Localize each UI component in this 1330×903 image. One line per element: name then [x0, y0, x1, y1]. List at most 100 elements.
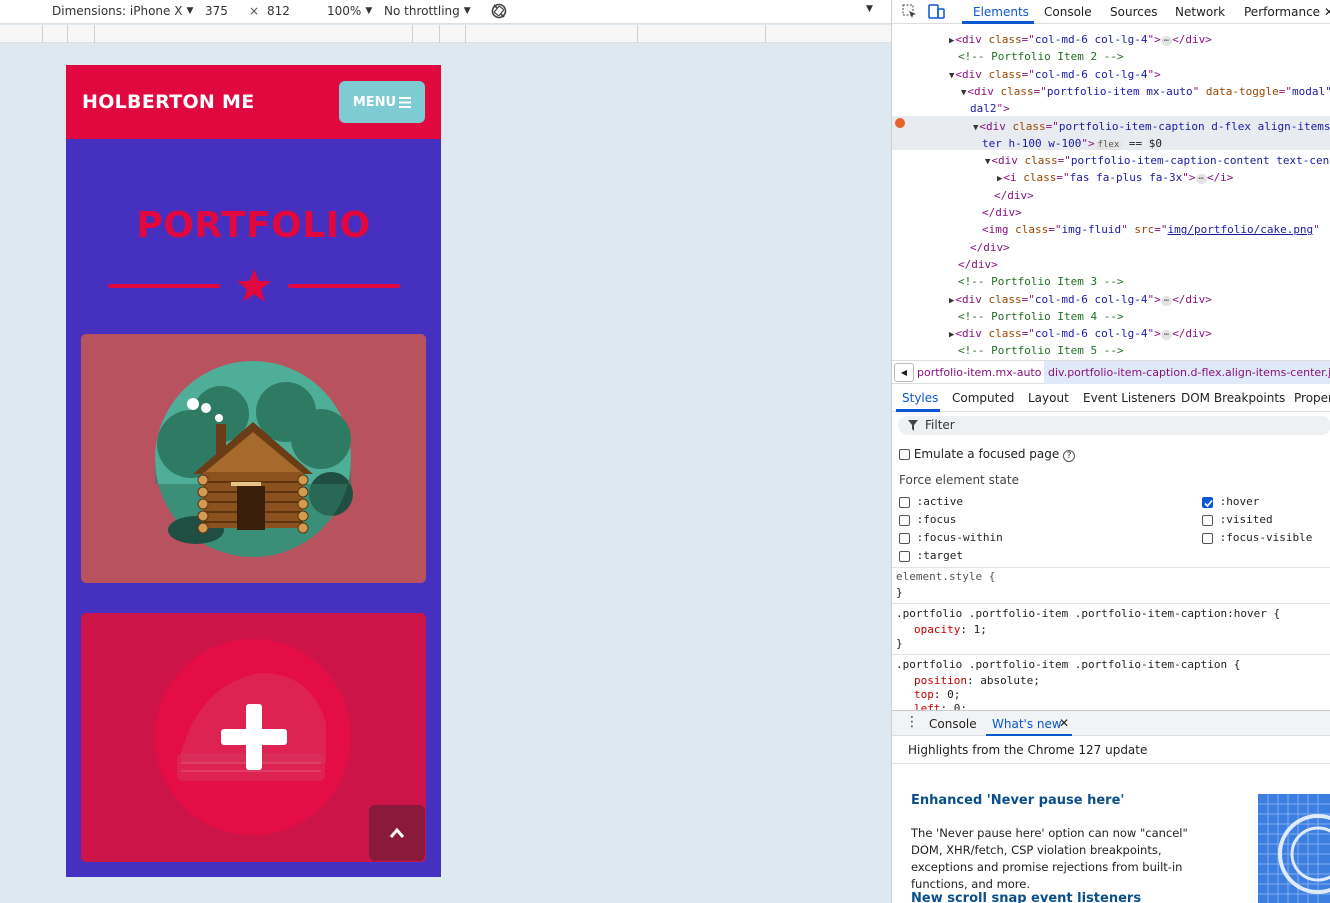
state-focus-within[interactable]: :focus-within	[899, 531, 1003, 544]
divider	[892, 654, 1330, 655]
tab-console[interactable]: Console	[1044, 5, 1092, 19]
dom-token: <!-- Portfolio Item 2 -->	[958, 50, 1124, 64]
state-focus-visible[interactable]: :focus-visible	[1202, 531, 1312, 544]
dom-token: <div	[955, 67, 989, 81]
tab-dom-breakpoints[interactable]: DOM Breakpoints	[1181, 391, 1285, 405]
throttling-select[interactable]: No throttling ▼	[384, 4, 471, 18]
site-brand[interactable]: HOLBERTON ME	[82, 91, 255, 113]
collapse-arrow-icon[interactable]: ▶	[997, 174, 1002, 184]
expand-arrow-icon[interactable]: ▼	[949, 71, 954, 81]
dom-node-line[interactable]: <!-- Portfolio Item 3 -->	[958, 275, 1124, 288]
drawer-tab-console[interactable]: Console	[929, 717, 977, 731]
collapse-arrow-icon[interactable]: ▶	[949, 330, 954, 340]
state-visited[interactable]: :visited	[1202, 513, 1273, 526]
dom-token: "	[1121, 223, 1135, 237]
drawer-tab-whats-new[interactable]: What's new	[992, 717, 1062, 731]
dom-token: ="	[1057, 154, 1071, 168]
more-options-icon[interactable]: ▼	[866, 4, 873, 14]
css-rule-selector[interactable]: .portfolio .portfolio-item .portfolio-it…	[896, 607, 1280, 620]
dom-token: <div	[955, 292, 989, 306]
tab-sources[interactable]: Sources	[1110, 5, 1157, 19]
css-declaration[interactable]: left: 0;	[914, 702, 967, 710]
dom-node-line[interactable]: ter h-100 w-100"> flex == $0	[982, 137, 1162, 150]
tab-layout[interactable]: Layout	[1028, 391, 1069, 405]
css-declaration[interactable]: position: absolute;	[914, 674, 1040, 687]
checkbox[interactable]	[899, 550, 910, 562]
menu-button[interactable]: MENU	[339, 81, 425, 123]
checkbox[interactable]	[899, 532, 910, 544]
dom-node-line[interactable]: <img class="img-fluid" src="img/portfoli…	[982, 223, 1320, 236]
dom-node-line[interactable]: </div>	[982, 206, 1022, 219]
css-declaration[interactable]: opacity: 1;	[914, 623, 987, 636]
collapse-arrow-icon[interactable]: ▶	[949, 296, 954, 306]
dom-node-line[interactable]: ▶<div class="col-md-6 col-lg-4"> ⋯ </div>	[949, 33, 1212, 46]
state-focus[interactable]: :focus	[899, 513, 956, 526]
dom-token: ">	[1147, 292, 1161, 306]
dom-token: col-md-6 col-lg-4	[1034, 33, 1148, 46]
dom-node-line[interactable]: </div>	[970, 241, 1010, 254]
breadcrumb-back-icon[interactable]: ◀	[894, 363, 914, 382]
checkbox-checked[interactable]	[1202, 496, 1213, 508]
css-rule-selector[interactable]: .portfolio .portfolio-item .portfolio-it…	[896, 658, 1240, 671]
dom-node-line[interactable]: </div>	[994, 189, 1034, 202]
dom-node-line[interactable]: ▶<div class="col-md-6 col-lg-4"> ⋯ </div>	[949, 327, 1212, 341]
dom-node-line[interactable]: ▼<div class="portfolio-item-caption-cont…	[985, 154, 1329, 168]
tab-event-listeners[interactable]: Event Listeners	[1083, 391, 1176, 405]
checkbox[interactable]	[899, 514, 910, 526]
collapse-arrow-icon[interactable]: ▶	[949, 36, 954, 46]
css-property: top	[914, 688, 934, 701]
checkbox[interactable]	[899, 496, 910, 508]
zoom-select[interactable]: 100% ▼	[327, 4, 372, 18]
dom-node-line[interactable]: ▶<i class="fas fa-plus fa-3x"> ⋯ </i>	[997, 171, 1233, 185]
dom-node-line[interactable]: <!-- Portfolio Item 5 -->	[958, 344, 1124, 357]
breadcrumb-item-selected[interactable]: div.portfolio-item-caption.d-flex.align-…	[1044, 361, 1330, 384]
device-toolbar-icon[interactable]	[928, 4, 945, 19]
dom-node-line[interactable]: <!-- Portfolio Item 2 -->	[958, 50, 1124, 63]
portfolio-item-cabin[interactable]	[81, 334, 426, 583]
dom-token: ="	[1021, 327, 1035, 341]
dom-node-line[interactable]: <!-- Portfolio Item 4 -->	[958, 310, 1124, 323]
tab-elements[interactable]: Elements	[973, 5, 1029, 19]
dom-node-line[interactable]: ▼<div class="col-md-6 col-lg-4">	[949, 67, 1161, 81]
dom-node-line[interactable]: ▼<div class="portfolio-item-caption d-fl…	[973, 120, 1330, 133]
emulate-focused-checkbox[interactable]	[899, 449, 910, 460]
expand-arrow-icon[interactable]: ▼	[985, 157, 990, 167]
dom-token: fas fa-plus fa-3x	[1069, 171, 1183, 185]
rotate-icon[interactable]	[490, 2, 508, 20]
devtools-tabbar: Elements Console Sources Network Perform…	[892, 0, 1330, 24]
scroll-to-top-button[interactable]	[369, 805, 425, 861]
emulate-focused-page-row[interactable]: Emulate a focused page ?	[899, 447, 1076, 462]
checkbox[interactable]	[1202, 514, 1213, 526]
inspect-element-icon[interactable]	[902, 4, 917, 19]
dom-node-line[interactable]: dal2">	[970, 102, 1010, 115]
checkbox[interactable]	[1202, 532, 1213, 544]
help-icon[interactable]: ?	[1063, 450, 1076, 462]
close-icon[interactable]: ✕	[1059, 716, 1069, 730]
tab-properties[interactable]: Properties	[1294, 391, 1330, 405]
css-declaration[interactable]: top: 0;	[914, 688, 960, 701]
dom-node-line[interactable]: </div>	[958, 258, 998, 271]
whats-new-heading[interactable]: New scroll snap event listeners	[911, 891, 1141, 903]
close-icon[interactable]: ✕	[1324, 5, 1330, 19]
whats-new-heading[interactable]: Enhanced 'Never pause here'	[911, 793, 1124, 808]
state-target[interactable]: :target	[899, 549, 963, 562]
tab-computed[interactable]: Computed	[952, 391, 1014, 405]
css-element-style[interactable]: element.style {	[896, 570, 995, 583]
state-hover[interactable]: :hover	[1202, 495, 1259, 508]
expand-arrow-icon[interactable]: ▼	[961, 88, 966, 98]
force-state-label: Force element state	[899, 473, 1019, 487]
expand-arrow-icon[interactable]: ▼	[973, 123, 978, 133]
tab-performance[interactable]: Performance	[1244, 5, 1320, 19]
breadcrumb-item[interactable]: portfolio-item.mx-auto	[917, 366, 1041, 379]
dom-node-line[interactable]: ▶<div class="col-md-6 col-lg-4"> ⋯ </div>	[949, 292, 1212, 306]
state-active[interactable]: :active	[899, 495, 963, 508]
drawer-menu-icon[interactable]: ⋮	[905, 714, 919, 730]
height-input[interactable]: 812	[267, 4, 290, 18]
tab-styles[interactable]: Styles	[902, 391, 938, 405]
styles-filter-input[interactable]: Filter	[898, 416, 1330, 435]
dimensions-select[interactable]: Dimensions: iPhone X ▼	[52, 4, 193, 18]
tab-network[interactable]: Network	[1175, 5, 1225, 19]
css-property: opacity	[914, 623, 961, 636]
width-input[interactable]: 375	[205, 4, 228, 18]
dom-node-line[interactable]: ▼<div class="portfolio-item mx-auto" dat…	[961, 85, 1330, 98]
